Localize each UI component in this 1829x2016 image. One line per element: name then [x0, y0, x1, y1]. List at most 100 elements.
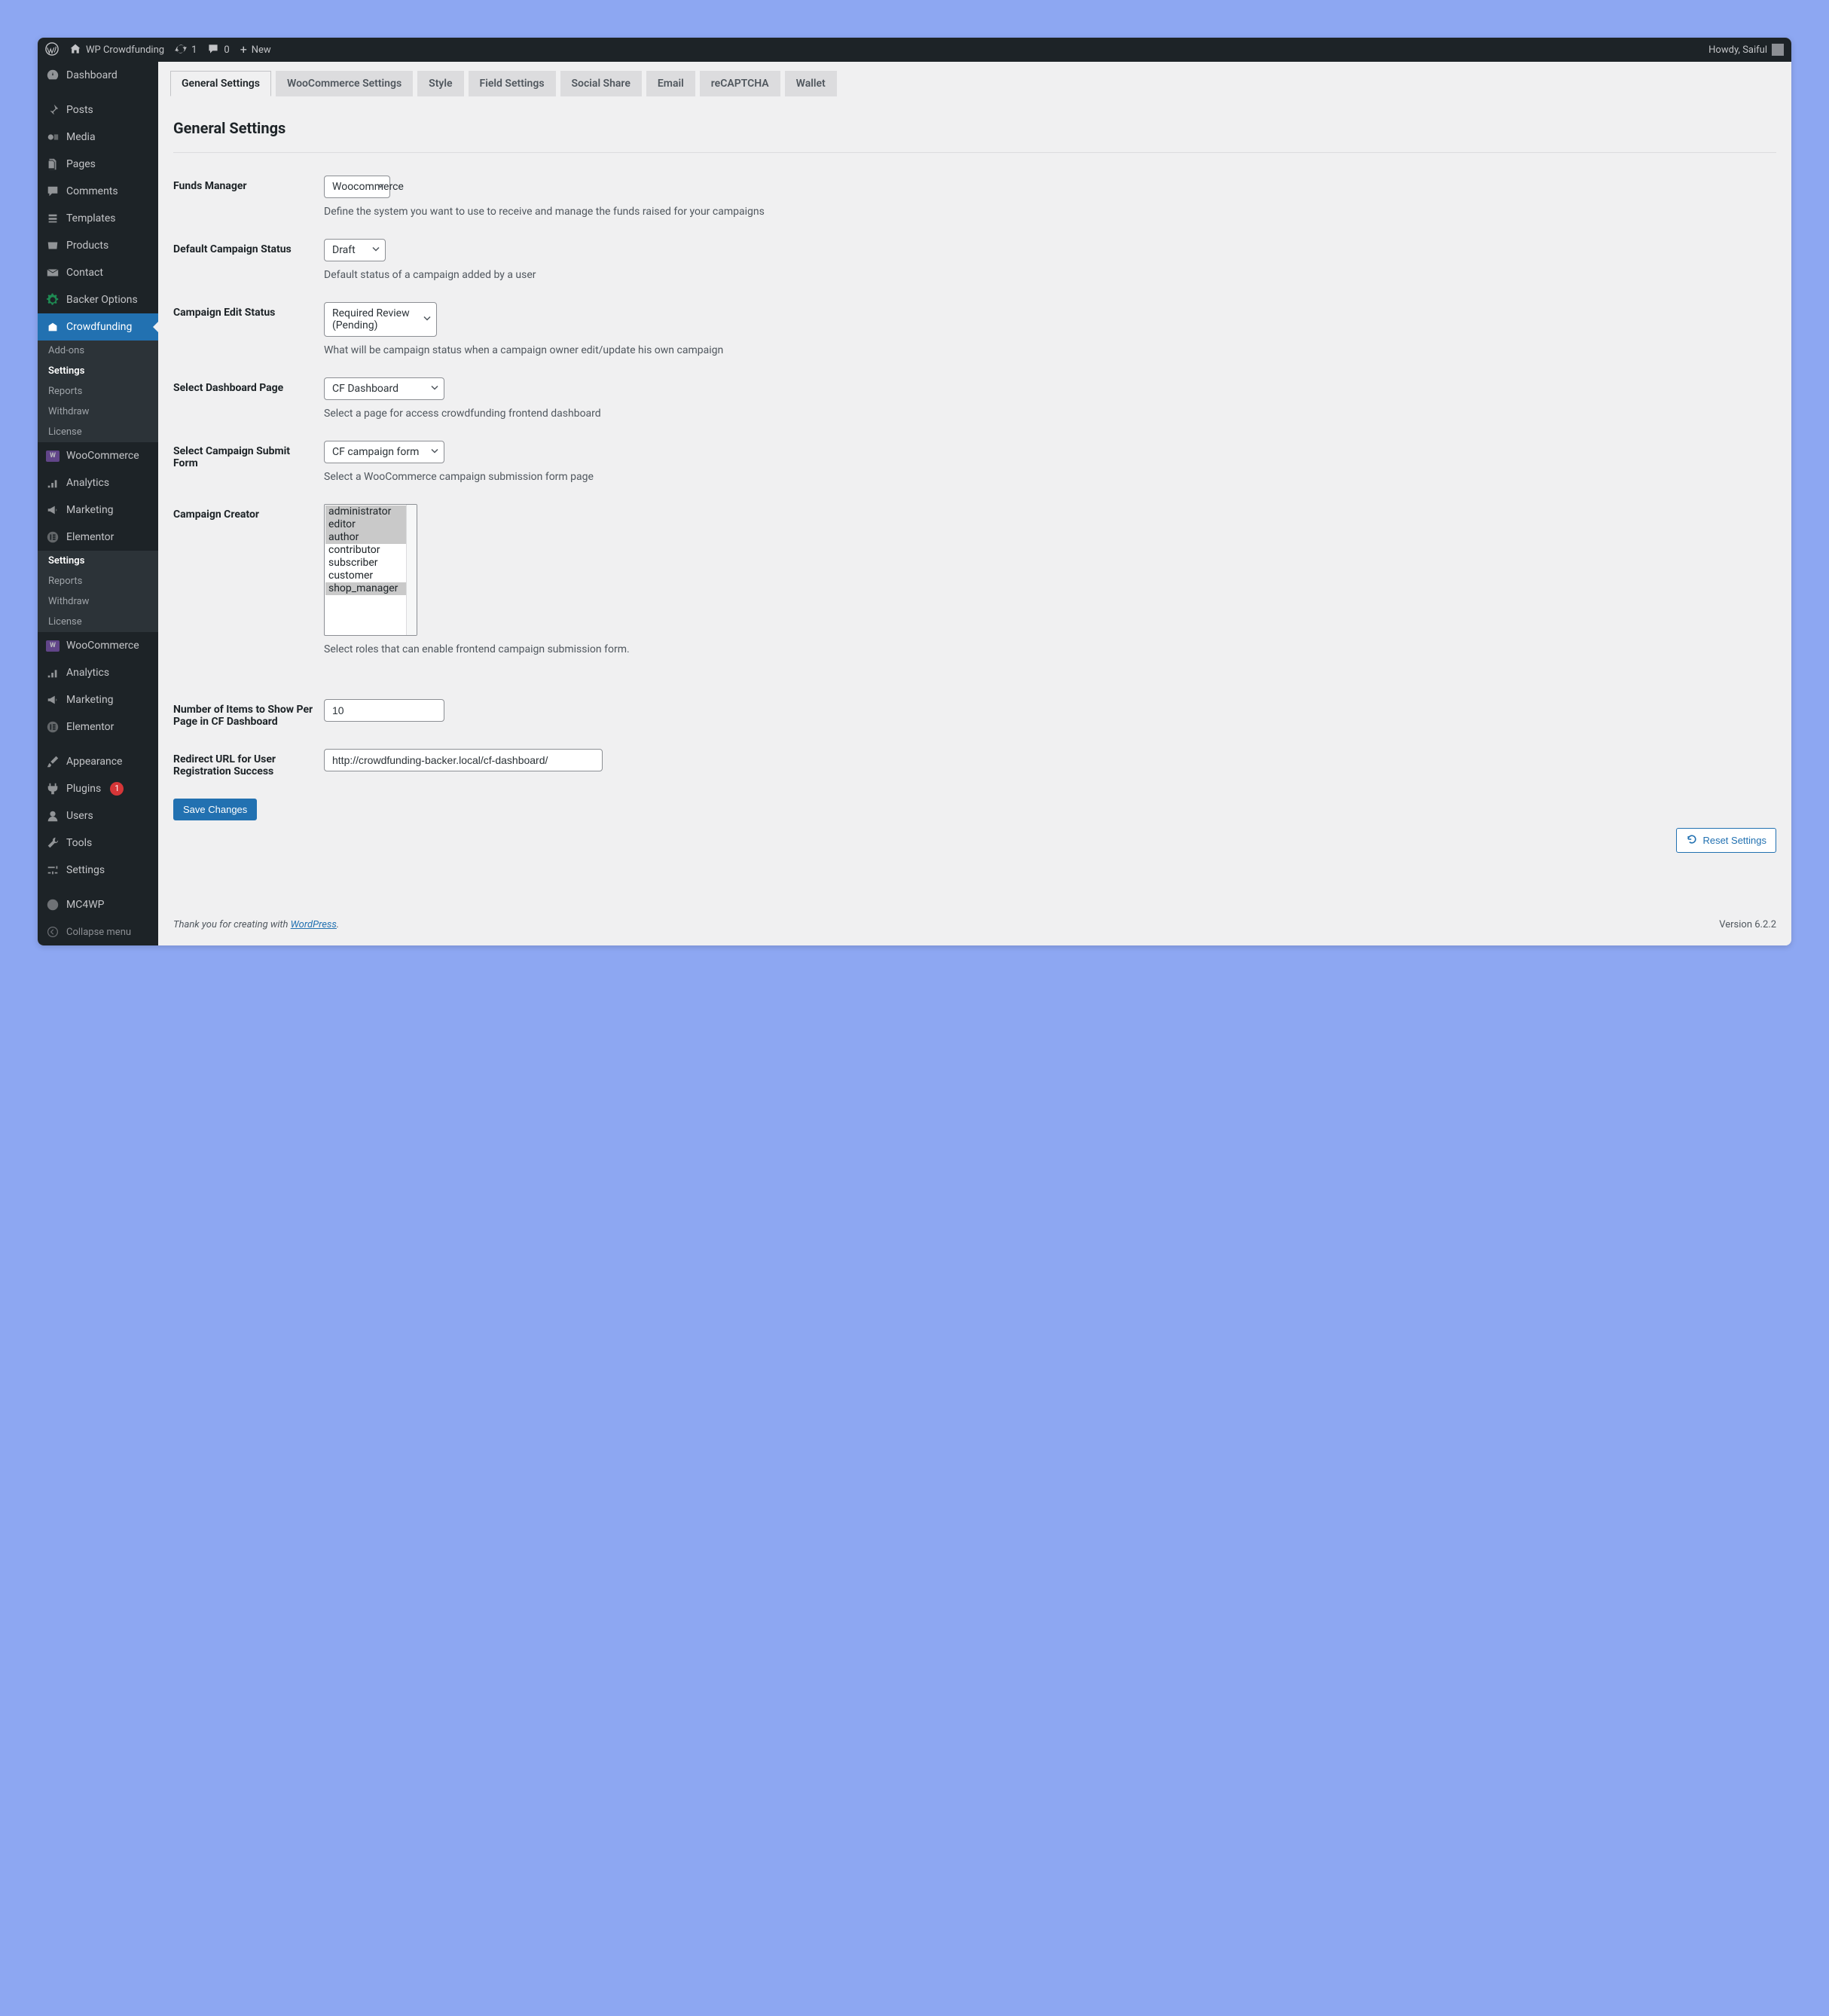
menu-pages[interactable]: Pages — [38, 151, 158, 178]
multiselect-option[interactable]: contributor — [325, 544, 416, 557]
select-edit-status[interactable]: Required Review (Pending) — [324, 302, 437, 337]
reset-button[interactable]: Reset Settings — [1676, 828, 1776, 853]
submenu-crowdfunding: Add-ons Settings Reports Withdraw Licens… — [38, 341, 158, 442]
templates-icon — [45, 211, 60, 226]
input-items-per-page[interactable] — [324, 699, 444, 722]
multiselect-campaign-creator[interactable]: administratoreditorauthorcontributorsubs… — [324, 504, 417, 636]
refresh-icon — [175, 43, 187, 57]
avatar — [1772, 44, 1784, 56]
label-funds-manager: Funds Manager — [173, 176, 324, 192]
desc-funds-manager: Define the system you want to use to rec… — [324, 206, 1776, 218]
menu-posts[interactable]: Posts — [38, 96, 158, 124]
menu-elementor[interactable]: Elementor — [38, 524, 158, 551]
elementor-icon-2 — [45, 719, 60, 735]
tab-wallet[interactable]: Wallet — [785, 71, 837, 96]
collapse-icon — [45, 924, 60, 939]
menu-elementor-2[interactable]: Elementor — [38, 713, 158, 741]
submenu-settings-2[interactable]: Settings — [38, 551, 158, 571]
save-button[interactable]: Save Changes — [173, 799, 257, 820]
multiselect-option[interactable]: shop_manager — [325, 582, 416, 595]
tab-general[interactable]: General Settings — [170, 71, 271, 96]
collapse-menu[interactable]: Collapse menu — [38, 918, 158, 945]
input-redirect-url[interactable] — [324, 749, 603, 771]
select-dashboard-page[interactable]: CF Dashboard — [324, 377, 444, 400]
multiselect-option[interactable]: subscriber — [325, 557, 416, 570]
menu-crowdfunding[interactable]: Crowdfunding — [38, 313, 158, 341]
label-default-status: Default Campaign Status — [173, 239, 324, 255]
desc-edit-status: What will be campaign status when a camp… — [324, 344, 1776, 356]
select-submit-form[interactable]: CF campaign form — [324, 441, 444, 463]
menu-products[interactable]: Products — [38, 232, 158, 259]
submenu-license[interactable]: License — [38, 422, 158, 442]
menu-media[interactable]: Media — [38, 124, 158, 151]
submenu-reports-2[interactable]: Reports — [38, 571, 158, 591]
desc-default-status: Default status of a campaign added by a … — [324, 269, 1776, 281]
menu-analytics[interactable]: Analytics — [38, 469, 158, 496]
submenu-withdraw-2[interactable]: Withdraw — [38, 591, 158, 612]
menu-appearance[interactable]: Appearance — [38, 748, 158, 775]
wp-admin-frame: WP Crowdfunding 1 0 + New Howdy, Sai — [38, 38, 1791, 945]
menu-tools[interactable]: Tools — [38, 829, 158, 857]
submenu-addons[interactable]: Add-ons — [38, 341, 158, 361]
reset-icon — [1686, 833, 1698, 848]
new-label: New — [252, 44, 271, 56]
settings-tabs: General Settings WooCommerce Settings St… — [170, 62, 1776, 96]
multiselect-option[interactable]: customer — [325, 570, 416, 582]
menu-users[interactable]: Users — [38, 802, 158, 829]
menu-mc4wp[interactable]: MC4WP — [38, 891, 158, 918]
select-default-status[interactable]: Draft — [324, 239, 386, 261]
menu-plugins[interactable]: Plugins 1 — [38, 775, 158, 802]
plugins-badge: 1 — [110, 782, 124, 796]
submenu-settings[interactable]: Settings — [38, 361, 158, 381]
multiselect-option[interactable]: administrator — [325, 506, 416, 518]
label-items-per-page: Number of Items to Show Per Page in CF D… — [173, 699, 324, 728]
menu-marketing-2[interactable]: Marketing — [38, 686, 158, 713]
tab-recaptcha[interactable]: reCAPTCHA — [700, 71, 780, 96]
menu-comments[interactable]: Comments — [38, 178, 158, 205]
multiselect-option[interactable]: author — [325, 531, 416, 544]
elementor-icon — [45, 530, 60, 545]
comment-icon — [207, 43, 219, 57]
submenu-withdraw[interactable]: Withdraw — [38, 402, 158, 422]
submenu-license-2[interactable]: License — [38, 612, 158, 632]
wordpress-link[interactable]: WordPress — [291, 919, 337, 930]
label-redirect-url: Redirect URL for User Registration Succe… — [173, 749, 324, 777]
pages-icon — [45, 157, 60, 172]
menu-analytics-2[interactable]: Analytics — [38, 659, 158, 686]
tab-social[interactable]: Social Share — [560, 71, 642, 96]
comments-count: 0 — [224, 44, 229, 56]
tab-style[interactable]: Style — [417, 71, 463, 96]
select-funds-manager[interactable]: Woocommerce — [324, 176, 390, 198]
site-home-link[interactable]: WP Crowdfunding — [69, 43, 164, 57]
megaphone-icon — [45, 502, 60, 518]
menu-backer-options[interactable]: Backer Options — [38, 286, 158, 313]
desc-campaign-creator: Select roles that can enable frontend ca… — [324, 643, 1776, 655]
scrollbar[interactable] — [406, 505, 417, 635]
tab-field[interactable]: Field Settings — [469, 71, 556, 96]
wp-logo[interactable] — [45, 42, 59, 58]
new-link[interactable]: + New — [240, 44, 271, 56]
plugin-icon — [45, 781, 60, 796]
analytics-icon-2 — [45, 665, 60, 680]
menu-settings[interactable]: Settings — [38, 857, 158, 884]
sliders-icon — [45, 863, 60, 878]
dashboard-icon — [45, 68, 60, 83]
multiselect-option[interactable]: editor — [325, 518, 416, 531]
updates-link[interactable]: 1 — [175, 43, 197, 57]
menu-contact[interactable]: Contact — [38, 259, 158, 286]
page-title: General Settings — [173, 96, 1776, 153]
tab-email[interactable]: Email — [646, 71, 695, 96]
submenu-extra: Settings Reports Withdraw License — [38, 551, 158, 632]
menu-templates[interactable]: Templates — [38, 205, 158, 232]
tab-woocommerce[interactable]: WooCommerce Settings — [276, 71, 413, 96]
menu-woocommerce-2[interactable]: W WooCommerce — [38, 632, 158, 659]
menu-marketing[interactable]: Marketing — [38, 496, 158, 524]
menu-dashboard[interactable]: Dashboard — [38, 62, 158, 89]
submenu-reports[interactable]: Reports — [38, 381, 158, 402]
comments-link[interactable]: 0 — [207, 43, 229, 57]
menu-woocommerce[interactable]: W WooCommerce — [38, 442, 158, 469]
site-name: WP Crowdfunding — [86, 44, 164, 56]
gear-icon — [45, 292, 60, 307]
crowdfunding-icon — [45, 319, 60, 334]
user-greeting[interactable]: Howdy, Saiful — [1708, 44, 1784, 56]
